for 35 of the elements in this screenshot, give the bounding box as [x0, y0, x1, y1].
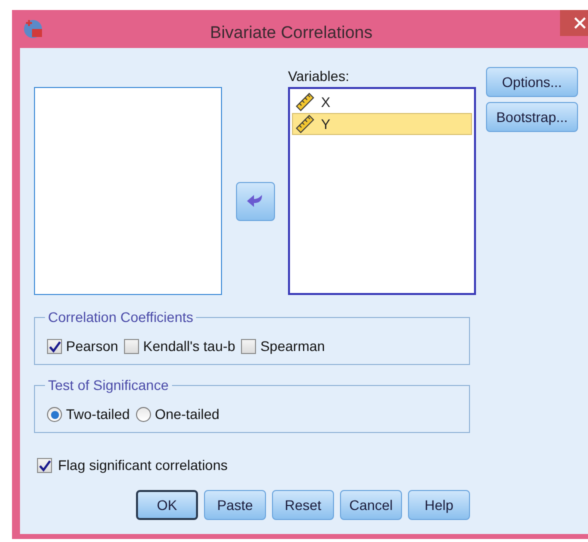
- variable-name: X: [321, 92, 330, 112]
- checkbox-label: Kendall's tau-b: [143, 337, 236, 356]
- variables-label: Variables:: [288, 67, 350, 85]
- arrow-left-icon: [246, 193, 264, 209]
- checkbox-label: Pearson: [66, 337, 118, 356]
- variable-name: Y: [321, 114, 330, 134]
- window-title: Bivariate Correlations: [210, 22, 373, 44]
- dialog-button[interactable]: Cancel: [340, 490, 402, 520]
- dialog-button[interactable]: Reset: [272, 490, 334, 520]
- ruler-icon: [295, 114, 315, 134]
- checkbox[interactable]: [124, 339, 140, 354]
- checkbox-label: Flag significant correlations: [58, 456, 228, 475]
- radio-button[interactable]: [136, 407, 151, 422]
- checkbox[interactable]: [47, 339, 62, 354]
- variable-item[interactable]: Y: [292, 113, 472, 135]
- dialog-button[interactable]: OK: [136, 490, 198, 520]
- checkmark-icon: [38, 460, 50, 472]
- source-variable-list[interactable]: [34, 87, 222, 295]
- checkmark-icon: [48, 340, 60, 352]
- side-button[interactable]: Bootstrap...: [486, 102, 578, 132]
- radio-button[interactable]: [47, 407, 62, 422]
- variables-list[interactable]: X Y: [288, 87, 476, 295]
- close-button[interactable]: [560, 10, 588, 36]
- radio-label: Two-tailed: [66, 405, 130, 424]
- close-icon: [574, 17, 586, 29]
- variable-item[interactable]: X: [292, 91, 472, 113]
- checkbox[interactable]: [37, 458, 52, 473]
- move-button[interactable]: [236, 182, 274, 220]
- radio-label: One-tailed: [154, 405, 220, 424]
- dialog-button[interactable]: Paste: [204, 490, 266, 520]
- side-button[interactable]: Options...: [486, 67, 578, 97]
- checkbox[interactable]: [241, 339, 256, 354]
- dialog-button[interactable]: Help: [408, 490, 470, 520]
- checkbox-label: Spearman: [260, 337, 325, 356]
- app-icon: [22, 18, 44, 40]
